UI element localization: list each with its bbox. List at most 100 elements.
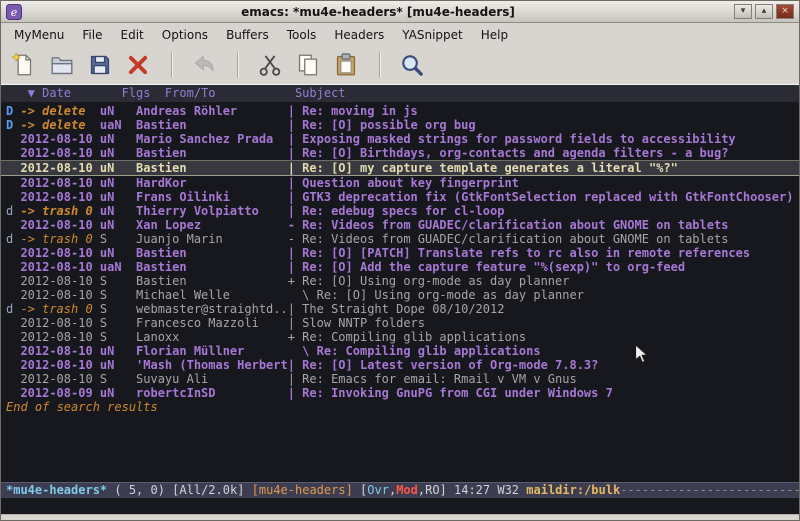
date-cell: 2012-08-10 — [20, 161, 99, 175]
minimize-button[interactable]: ▾ — [734, 4, 752, 19]
flags-cell: uN — [100, 190, 136, 204]
date-cell: -> delete — [20, 118, 99, 132]
toolbar-separator — [379, 52, 381, 78]
message-row[interactable]: 2012-08-10uNFlorian Müllner \ Re: Compil… — [1, 344, 799, 358]
maximize-button[interactable]: ▴ — [755, 4, 773, 19]
message-row[interactable]: 2012-08-10uNBastien| Re: [O] Birthdays, … — [1, 146, 799, 160]
cut-icon — [257, 52, 283, 78]
col-header-from[interactable]: From/To — [165, 85, 295, 101]
date-cell: 2012-08-10 — [20, 274, 99, 288]
open-folder-icon — [49, 52, 75, 78]
menu-mymenu[interactable]: MyMenu — [5, 25, 73, 45]
message-row[interactable]: 2012-08-10uNXan Lopez- Re: Videos from G… — [1, 218, 799, 232]
message-row[interactable]: d -> trash 0SJuanjo Marin- Re: Videos fr… — [1, 232, 799, 246]
from-cell: Suvayu Ali — [136, 372, 288, 386]
modeline-segment: Ovr — [367, 483, 389, 497]
col-header-date[interactable]: ▼ Date — [28, 85, 122, 101]
mark-cell — [6, 330, 20, 344]
subject-cell: | Exposing masked strings for password f… — [288, 132, 799, 146]
emacs-icon: e — [6, 4, 22, 20]
flags-cell: S — [100, 330, 136, 344]
from-cell: Bastien — [136, 274, 288, 288]
date-cell: 2012-08-10 — [20, 288, 99, 302]
message-row[interactable]: D -> deleteuaNBastien| Re: [O] possible … — [1, 118, 799, 132]
message-row[interactable]: 2012-08-10uNHardKor| Question about key … — [1, 176, 799, 190]
menu-edit[interactable]: Edit — [112, 25, 153, 45]
tool-bar — [1, 46, 799, 85]
date-cell: 2012-08-10 — [20, 372, 99, 386]
message-row[interactable]: 2012-08-10SLanoxx+ Re: Compiling glib ap… — [1, 330, 799, 344]
headers-buffer[interactable]: D -> deleteuNAndreas Röhler| Re: moving … — [1, 102, 799, 482]
date-cell: 2012-08-10 — [20, 344, 99, 358]
new-file-button[interactable] — [9, 50, 39, 80]
message-row[interactable]: d -> trash 0Swebmaster@straightd...| The… — [1, 302, 799, 316]
copy-icon — [295, 52, 321, 78]
menu-buffers[interactable]: Buffers — [217, 25, 278, 45]
open-folder-button[interactable] — [47, 50, 77, 80]
save-icon — [87, 52, 113, 78]
menu-options[interactable]: Options — [153, 25, 217, 45]
paste-button[interactable] — [331, 50, 361, 80]
modeline-segment: W32 — [497, 483, 526, 497]
date-cell: 2012-08-10 — [20, 358, 99, 372]
mark-cell — [6, 372, 20, 386]
undo-button[interactable] — [189, 50, 219, 80]
close-button[interactable]: × — [776, 4, 794, 19]
subject-cell: - Re: Videos from GUADEC/clarification a… — [288, 232, 799, 246]
flags-cell: uN — [100, 218, 136, 232]
from-cell: Francesco Mazzoli — [136, 316, 288, 330]
subject-cell: | Re: [O] Birthdays, org-contacts and ag… — [288, 146, 799, 160]
menu-file[interactable]: File — [73, 25, 111, 45]
mark-cell — [6, 218, 20, 232]
close-button[interactable] — [123, 50, 153, 80]
message-row[interactable]: 2012-08-10uaNBastien| Re: [O] Add the ca… — [1, 260, 799, 274]
menu-headers[interactable]: Headers — [325, 25, 393, 45]
mode-line[interactable]: *mu4e-headers* ( 5, 0) [All/2.0k] [mu4e-… — [1, 482, 799, 498]
subject-cell: | Question about key fingerprint — [288, 176, 799, 190]
modeline-segment: *mu4e-headers* — [6, 483, 107, 497]
from-cell: Juanjo Marin — [136, 232, 288, 246]
echo-area[interactable] — [1, 498, 799, 514]
window-bottom-edge — [1, 514, 799, 521]
message-row[interactable]: 2012-08-10uNFrans Oilinki| GTK3 deprecat… — [1, 190, 799, 204]
subject-cell: | Re: [O] my capture template generates … — [288, 161, 799, 175]
col-header-subject[interactable]: Subject — [295, 85, 346, 101]
message-row[interactable]: 2012-08-10uNBastien| Re: [O] my capture … — [1, 160, 799, 176]
from-cell: Mario Sanchez Prada — [136, 132, 288, 146]
mark-cell — [6, 288, 20, 302]
subject-cell: + Re: Compiling glib applications — [288, 330, 799, 344]
message-row[interactable]: 2012-08-10uNBastien| Re: [O] [PATCH] Tra… — [1, 246, 799, 260]
message-row[interactable]: 2012-08-10uN'Mash (Thomas Herbert)| Re: … — [1, 358, 799, 372]
window-title: emacs: *mu4e-headers* [mu4e-headers] — [27, 5, 729, 19]
menu-tools[interactable]: Tools — [278, 25, 326, 45]
mark-cell — [6, 146, 20, 160]
col-header-flags[interactable]: Flgs — [122, 85, 165, 101]
search-button[interactable] — [397, 50, 427, 80]
date-cell: 2012-08-10 — [20, 260, 99, 274]
subject-cell: | Re: Invoking GnuPG from CGI under Wind… — [288, 386, 799, 400]
date-cell: 2012-08-10 — [20, 190, 99, 204]
menu-help[interactable]: Help — [472, 25, 517, 45]
message-row[interactable]: 2012-08-10SFrancesco Mazzoli| Slow NNTP … — [1, 316, 799, 330]
date-cell: -> trash 0 — [20, 302, 99, 316]
cut-button[interactable] — [255, 50, 285, 80]
titlebar[interactable]: e emacs: *mu4e-headers* [mu4e-headers] ▾… — [1, 1, 799, 23]
from-cell: Bastien — [136, 246, 288, 260]
message-row[interactable]: 2012-08-10SSuvayu Ali| Re: Emacs for ema… — [1, 372, 799, 386]
menu-yasnippet[interactable]: YASnippet — [393, 25, 472, 45]
message-row[interactable]: 2012-08-10SBastien+ Re: [O] Using org-mo… — [1, 274, 799, 288]
from-cell: Bastien — [136, 161, 288, 175]
message-row[interactable]: D -> deleteuNAndreas Röhler| Re: moving … — [1, 104, 799, 118]
save-button[interactable] — [85, 50, 115, 80]
from-cell: Xan Lopez — [136, 218, 288, 232]
message-row[interactable]: 2012-08-09uNrobertcInSD| Re: Invoking Gn… — [1, 386, 799, 400]
flags-cell: S — [100, 302, 136, 316]
date-cell: 2012-08-10 — [20, 218, 99, 232]
close-icon — [125, 52, 151, 78]
date-cell: 2012-08-10 — [20, 330, 99, 344]
mark-cell — [6, 176, 20, 190]
message-row[interactable]: d -> trash 0uNThierry Volpiatto| Re: ede… — [1, 204, 799, 218]
message-row[interactable]: 2012-08-10SMichael Welle \ Re: [O] Using… — [1, 288, 799, 302]
copy-button[interactable] — [293, 50, 323, 80]
message-row[interactable]: 2012-08-10uNMario Sanchez Prada| Exposin… — [1, 132, 799, 146]
